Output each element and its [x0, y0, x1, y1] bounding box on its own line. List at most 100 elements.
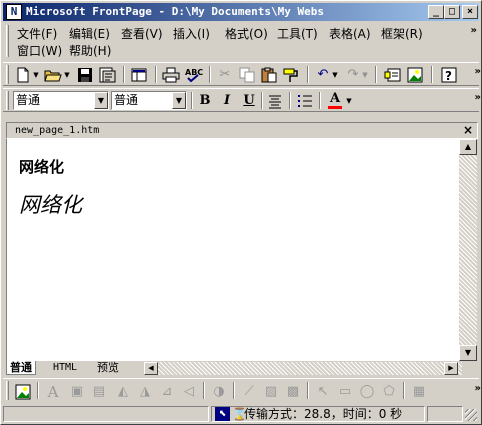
formatting-toolbar-grip[interactable]	[6, 91, 9, 110]
redo-icon[interactable]: ↷	[343, 66, 363, 84]
highlight-hotspots-icon[interactable]: ▦	[409, 383, 429, 401]
polygon-icon[interactable]: ⬠	[379, 383, 399, 401]
new-dropdown-arrow-icon[interactable]: ▼	[32, 66, 40, 84]
horizontal-scrollbar[interactable]: ◀ ▶	[144, 362, 462, 375]
black-white-icon[interactable]: ▩	[283, 383, 303, 401]
status-pane-extra	[427, 406, 463, 422]
menu-frames[interactable]: 框架(R)	[381, 25, 423, 42]
font-color-swatch	[328, 106, 342, 109]
copy-icon[interactable]	[237, 66, 257, 84]
resize-grip-icon[interactable]	[465, 409, 477, 421]
scroll-right-arrow-icon[interactable]: ▶	[444, 362, 458, 375]
tab-preview[interactable]: 预览	[94, 361, 122, 375]
close-document-button[interactable]: ×	[463, 123, 473, 137]
redo-dropdown-arrow-icon[interactable]: ▼	[361, 66, 369, 84]
maximize-button[interactable]: □	[444, 5, 460, 19]
standard-toolbar-grip[interactable]	[6, 65, 9, 84]
font-select[interactable]: 普通 ▼	[111, 91, 187, 110]
menu-bar-grip[interactable]	[6, 25, 9, 57]
position-absolute-icon[interactable]: ▤	[89, 383, 109, 401]
print-icon[interactable]	[161, 66, 181, 84]
toolbar-separator	[155, 66, 157, 83]
toolbar-separator	[431, 66, 433, 83]
toolbar-separator	[123, 66, 125, 83]
rotate-left-icon[interactable]: ◭	[113, 383, 133, 401]
open-dropdown-arrow-icon[interactable]: ▼	[63, 66, 71, 84]
menu-file[interactable]: 文件(F)	[17, 25, 57, 42]
menu-help[interactable]: 帮助(H)	[69, 42, 111, 59]
document-tab[interactable]: new_page_1.htm ×	[6, 122, 478, 139]
status-pane-transfer: ⬉ ⌛ 传输方式：28.8，时间：0 秒	[211, 406, 425, 422]
align-center-icon[interactable]	[265, 92, 285, 110]
insert-component-icon[interactable]	[383, 66, 403, 84]
drawing-toolbar-grip[interactable]	[6, 381, 9, 400]
menu-edit[interactable]: 编辑(E)	[69, 25, 110, 42]
minimize-button[interactable]: _	[428, 5, 444, 19]
menu-more-chevron[interactable]: »	[471, 25, 477, 36]
menu-insert[interactable]: 插入(I)	[173, 25, 210, 42]
font-color-button[interactable]: A	[325, 92, 345, 110]
menu-table[interactable]: 表格(A)	[329, 25, 371, 42]
title-bar[interactable]: N Microsoft FrontPage - D:\My Documents\…	[3, 3, 479, 21]
menu-format[interactable]: 格式(O)	[225, 25, 268, 42]
crop-icon[interactable]: ⟋	[239, 383, 259, 401]
rectangle-icon[interactable]: ▭	[335, 383, 355, 401]
set-transparent-icon[interactable]: ▨	[261, 383, 281, 401]
menu-window[interactable]: 窗口(W)	[17, 42, 62, 59]
scroll-left-arrow-icon[interactable]: ◀	[144, 362, 158, 375]
font-select-arrow-icon[interactable]: ▼	[172, 92, 186, 109]
select-arrow-icon[interactable]: ↖	[313, 383, 333, 401]
italic-button[interactable]: I	[217, 92, 237, 110]
svg-text:ABC: ABC	[185, 68, 203, 77]
drawing-toolbar-more-chevron[interactable]: »	[475, 383, 481, 394]
scroll-up-arrow-icon[interactable]: ▲	[459, 139, 477, 155]
tab-normal[interactable]: 普通	[6, 361, 36, 375]
toolbar-separator	[37, 382, 39, 399]
save-icon[interactable]	[75, 66, 95, 84]
heading-bold-text: 网络化	[19, 158, 65, 176]
editor-page[interactable]: 网络化 网络化	[6, 139, 459, 361]
rotate-right-icon[interactable]: ◮	[135, 383, 155, 401]
close-button[interactable]: ×	[462, 5, 478, 19]
flip-horizontal-icon[interactable]: ⊿	[157, 383, 177, 401]
style-select-arrow-icon[interactable]: ▼	[94, 92, 108, 109]
tab-html[interactable]: HTML	[50, 361, 80, 375]
frontpage-app-icon[interactable]: N	[6, 4, 22, 20]
frontpage-window: N Microsoft FrontPage - D:\My Documents\…	[0, 0, 482, 425]
toolbar-separator	[403, 382, 405, 399]
circle-icon[interactable]: ◯	[357, 383, 377, 401]
undo-dropdown-arrow-icon[interactable]: ▼	[331, 66, 339, 84]
new-page-icon[interactable]	[13, 66, 33, 84]
menu-tools[interactable]: 工具(T)	[277, 25, 318, 42]
scroll-down-arrow-icon[interactable]: ▼	[459, 345, 477, 361]
svg-text:?: ?	[445, 69, 452, 83]
flip-vertical-icon[interactable]: ◁	[179, 383, 199, 401]
text-icon[interactable]: A	[43, 383, 63, 401]
vertical-scrollbar[interactable]: ▲ ▼	[459, 139, 477, 361]
paste-icon[interactable]	[259, 66, 279, 84]
toolbar-separator	[209, 66, 211, 83]
font-color-dropdown-arrow-icon[interactable]: ▼	[345, 92, 353, 110]
spelling-icon[interactable]: ABC	[183, 66, 203, 84]
formatting-toolbar-more-chevron[interactable]: »	[475, 92, 481, 103]
bullets-icon[interactable]	[295, 92, 315, 110]
folder-list-icon[interactable]	[129, 66, 149, 84]
bold-button[interactable]: B	[195, 92, 215, 110]
toolbar-separator	[191, 92, 193, 109]
publish-icon[interactable]	[97, 66, 117, 84]
heading-italic-text: 网络化	[19, 193, 82, 217]
standard-toolbar-more-chevron[interactable]: »	[475, 66, 481, 77]
underline-button[interactable]: U	[239, 92, 259, 110]
cut-icon[interactable]: ✂	[215, 66, 235, 84]
contrast-icon[interactable]: ◑	[209, 383, 229, 401]
insert-picture-icon[interactable]	[405, 66, 425, 84]
menu-view[interactable]: 查看(V)	[121, 25, 163, 42]
toolbar-separator	[289, 92, 291, 109]
auto-thumbnail-icon[interactable]: ▣	[67, 383, 87, 401]
help-icon[interactable]: ?	[439, 66, 459, 84]
insert-image-icon[interactable]	[13, 383, 33, 401]
open-folder-icon[interactable]	[43, 66, 63, 84]
format-painter-icon[interactable]	[281, 66, 301, 84]
undo-icon[interactable]: ↶	[313, 66, 333, 84]
style-select[interactable]: 普通 ▼	[13, 91, 109, 110]
